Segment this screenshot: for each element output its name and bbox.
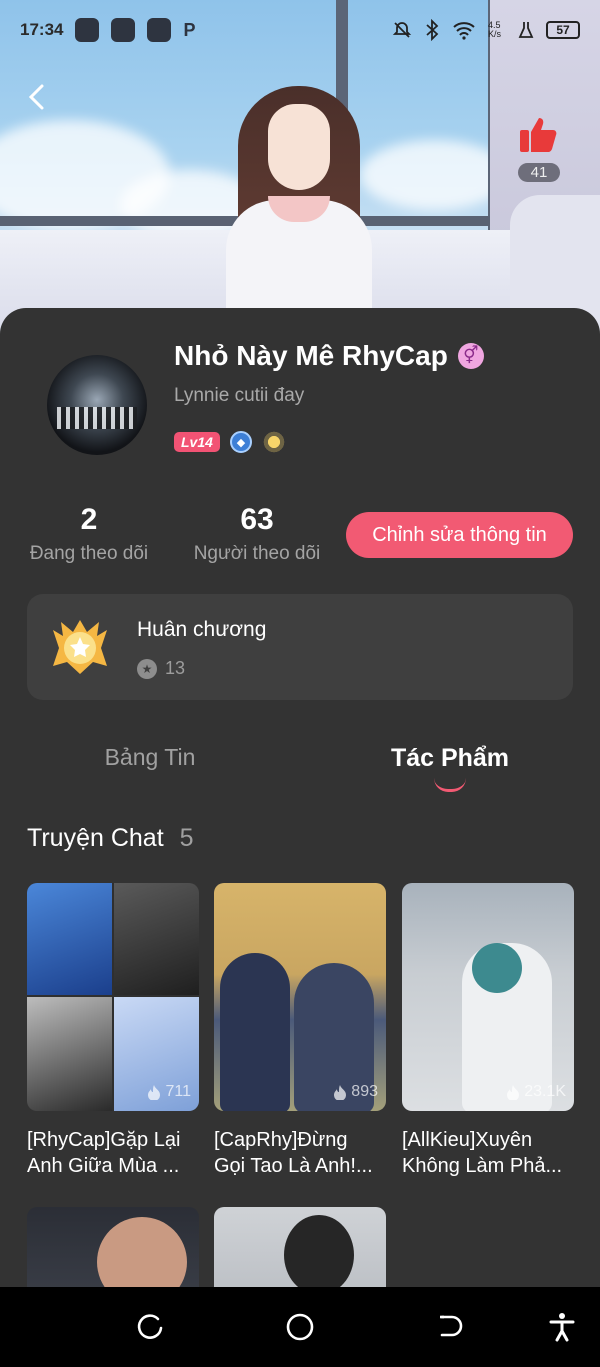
accessibility-button[interactable] — [546, 1311, 578, 1343]
avatar[interactable] — [47, 355, 147, 455]
followers-label: Người theo dõi — [193, 543, 321, 564]
story-card[interactable] — [27, 1207, 199, 1288]
thumbs-up-icon — [520, 118, 557, 152]
home-circle-icon — [286, 1313, 314, 1341]
view-count: 711 — [147, 1083, 191, 1101]
medal-card[interactable]: Huân chương ★ 13 — [27, 594, 573, 700]
view-count-value: 893 — [351, 1083, 378, 1100]
view-count-value: 23.1K — [524, 1083, 566, 1100]
story-cover: 23.1K — [402, 883, 574, 1111]
following-label: Đang theo dõi — [29, 543, 149, 564]
recent-apps-button[interactable] — [134, 1311, 166, 1343]
sun-badge-icon[interactable] — [261, 430, 286, 454]
star-icon: ★ — [137, 658, 157, 679]
profile-name-text: Nhỏ Này Mê RhyCap — [174, 340, 448, 371]
notification-app-icon — [75, 18, 100, 42]
fire-icon — [334, 1085, 347, 1100]
story-title-line: [RhyCap]Gặp Lại — [27, 1129, 181, 1151]
active-tab-indicator — [434, 778, 466, 792]
drop-badge-icon[interactable]: ◆ — [229, 431, 252, 453]
mute-bell-icon — [392, 22, 412, 38]
recent-apps-icon — [137, 1314, 163, 1339]
following-stat[interactable]: 2 Đang theo dõi — [26, 503, 152, 565]
story-card[interactable]: 893 [CapRhy]Đừng Gọi Tao Là Anh!... — [214, 883, 386, 1179]
view-count: 893 — [333, 1083, 378, 1101]
story-cover — [214, 1207, 386, 1288]
story-card[interactable]: 711 [RhyCap]Gặp Lại Anh Giữa Mùa ... — [27, 883, 199, 1179]
back-button[interactable] — [22, 82, 52, 112]
story-title-line: Gọi Tao Là Anh!... — [214, 1155, 373, 1177]
story-card[interactable]: 23.1K [AllKieu]Xuyên Không Làm Phả... — [402, 883, 574, 1179]
profile-name: Nhỏ Này Mê RhyCap ⚥ — [174, 340, 484, 372]
back-nav-button[interactable] — [434, 1311, 466, 1343]
story-card[interactable] — [214, 1207, 386, 1288]
like-button[interactable]: 41 — [514, 112, 564, 182]
medal-count: 13 — [165, 658, 186, 678]
medal-count-row: ★ 13 — [137, 658, 185, 679]
battery-indicator: 57 — [546, 21, 580, 39]
section-header: Truyện Chat 5 — [27, 824, 194, 853]
status-bar: 17:34 P 4.5 K/s 57 — [0, 0, 600, 60]
notification-app-icon — [111, 18, 136, 42]
accessibility-icon — [549, 1313, 575, 1342]
profile-sheet: Nhỏ Này Mê RhyCap ⚥ Lynnie cutii đay Lv1… — [0, 308, 600, 1288]
level-badge[interactable]: Lv14 — [174, 432, 220, 452]
like-count: 41 — [518, 163, 560, 182]
profile-bio: Lynnie cutii đay — [174, 385, 305, 406]
story-cover: 711 — [27, 883, 199, 1111]
story-title: [CapRhy]Đừng Gọi Tao Là Anh!... — [214, 1127, 386, 1179]
view-count: 23.1K — [506, 1083, 566, 1101]
story-title: [RhyCap]Gặp Lại Anh Giữa Mùa ... — [27, 1127, 199, 1179]
story-title-line: Không Làm Phả... — [402, 1155, 563, 1177]
story-title-line: [CapRhy]Đừng — [214, 1129, 348, 1151]
notification-app-icon — [147, 18, 172, 42]
system-navigation-bar — [0, 1287, 600, 1367]
followers-count: 63 — [240, 503, 274, 536]
story-title-line: Anh Giữa Mùa ... — [27, 1155, 180, 1177]
home-button[interactable] — [284, 1311, 316, 1343]
parking-app-icon: P — [183, 19, 196, 40]
story-title: [AllKieu]Xuyên Không Làm Phả... — [402, 1127, 574, 1179]
chevron-left-icon — [28, 84, 44, 110]
badge-row: Lv14 ◆ — [174, 430, 286, 454]
view-count-value: 711 — [165, 1083, 191, 1100]
followers-stat[interactable]: 63 Người theo dõi — [188, 503, 326, 565]
story-cover: 893 — [214, 883, 386, 1111]
following-count: 2 — [80, 503, 98, 536]
edit-profile-button[interactable]: Chỉnh sửa thông tin — [346, 512, 573, 558]
wifi-icon — [453, 22, 475, 40]
back-nav-icon — [440, 1315, 463, 1337]
status-time: 17:34 — [20, 20, 64, 39]
section-title: Truyện Chat — [27, 824, 164, 852]
network-speed: 4.5 K/s — [488, 20, 502, 39]
gender-icon: ⚥ — [457, 343, 484, 369]
tab-works[interactable]: Tác Phẩm — [370, 744, 530, 773]
lab-flask-icon — [518, 22, 534, 38]
fire-icon — [507, 1085, 520, 1100]
story-cover — [27, 1207, 199, 1288]
section-count: 5 — [179, 824, 194, 852]
tab-feed[interactable]: Bảng Tin — [80, 744, 220, 771]
medal-title: Huân chương — [137, 618, 267, 641]
medal-icon — [53, 620, 107, 674]
story-title-line: [AllKieu]Xuyên — [402, 1129, 533, 1151]
fire-icon — [148, 1085, 161, 1100]
bluetooth-icon — [426, 19, 439, 41]
